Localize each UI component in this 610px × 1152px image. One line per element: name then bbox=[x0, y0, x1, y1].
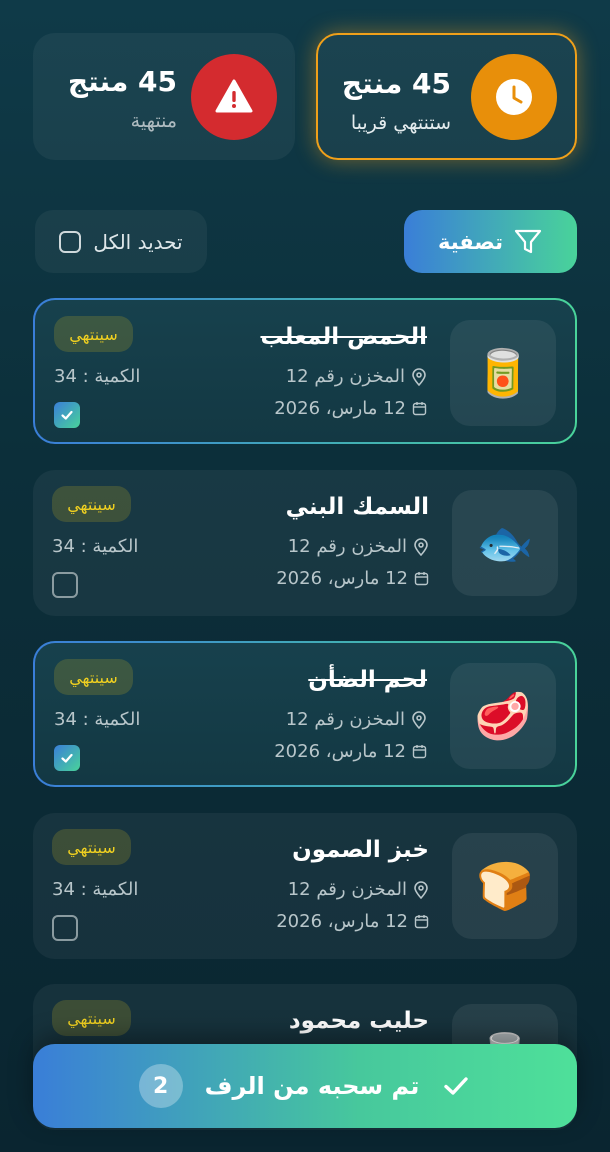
expiring-badge: سينتهي bbox=[52, 829, 131, 865]
expiring-soon-count: 45 منتج bbox=[341, 67, 451, 100]
select-all-checkbox[interactable] bbox=[59, 230, 82, 253]
product-name: حليب محمود bbox=[288, 1008, 429, 1034]
product-card[interactable]: 🥫 الحمص المعلب المخزن رقم 12 12 مارس، 20… bbox=[33, 298, 577, 444]
expiring-soon-badge bbox=[471, 54, 557, 140]
product-checkbox[interactable] bbox=[52, 915, 78, 941]
expiring-products-screen: 45 منتج ستنتهي قريبا 45 منتج منتهية تصفي… bbox=[0, 0, 610, 1152]
calendar-icon bbox=[414, 572, 429, 586]
product-thumbnail: 🍞 bbox=[452, 833, 558, 939]
location-text: المخزن رقم 12 bbox=[285, 709, 405, 730]
select-all-button[interactable]: تحديد الكل bbox=[35, 210, 207, 273]
expiring-badge: سينتهي bbox=[52, 1000, 131, 1036]
date-text: 12 مارس، 2026 bbox=[276, 568, 408, 589]
filter-button[interactable]: تصفية bbox=[404, 210, 577, 273]
calendar-icon bbox=[412, 745, 427, 759]
expiring-soon-label: ستنتهي قريبا bbox=[350, 112, 451, 134]
location-text: المخزن رقم 12 bbox=[285, 366, 405, 387]
bread-icon: 🍞 bbox=[476, 858, 534, 913]
check-icon bbox=[444, 1077, 469, 1095]
expired-card[interactable]: 45 منتج منتهية bbox=[33, 33, 295, 160]
clock-icon bbox=[496, 79, 532, 115]
product-expiry-date: 12 مارس، 2026 bbox=[274, 398, 427, 419]
meat-icon: 🥩 bbox=[474, 688, 532, 743]
product-card[interactable]: 🥩 لحم الضأن المخزن رقم 12 12 مارس، 2026 … bbox=[33, 641, 577, 787]
date-text: 12 مارس، 2026 bbox=[274, 741, 406, 762]
date-text: 12 مارس، 2026 bbox=[274, 398, 406, 419]
expiring-badge: سينتهي bbox=[54, 316, 133, 352]
calendar-icon bbox=[412, 402, 427, 416]
location-pin-icon bbox=[414, 880, 428, 899]
remove-from-shelf-label: تم سحبه من الرف bbox=[204, 1072, 420, 1100]
remove-from-shelf-button[interactable]: تم سحبه من الرف 2 bbox=[33, 1044, 577, 1128]
expiring-badge: سينتهي bbox=[54, 659, 133, 695]
check-icon bbox=[61, 753, 73, 763]
filter-icon bbox=[514, 229, 542, 253]
date-text: 12 مارس، 2026 bbox=[276, 911, 408, 932]
product-name: الحمص المعلب bbox=[260, 324, 427, 350]
product-expiry-date: 12 مارس، 2026 bbox=[276, 911, 429, 932]
product-location: المخزن رقم 12 bbox=[288, 879, 429, 900]
location-pin-icon bbox=[412, 710, 426, 729]
product-location: المخزن رقم 12 bbox=[286, 709, 427, 730]
location-text: المخزن رقم 12 bbox=[287, 536, 407, 557]
expired-count: 45 منتج bbox=[67, 65, 177, 98]
product-checkbox[interactable] bbox=[54, 745, 80, 771]
product-card[interactable]: 🍞 خبز الصمون المخزن رقم 12 12 مارس، 2026… bbox=[33, 813, 577, 959]
fish-icon: 🐟 bbox=[476, 515, 534, 570]
product-checkbox[interactable] bbox=[52, 572, 78, 598]
product-expiry-date: 12 مارس، 2026 bbox=[274, 741, 427, 762]
warning-icon bbox=[215, 79, 253, 113]
product-location: المخزن رقم 12 bbox=[288, 536, 429, 557]
product-name: السمك البني bbox=[285, 494, 429, 520]
expired-badge bbox=[191, 54, 277, 140]
selected-count-badge: 2 bbox=[138, 1064, 183, 1108]
product-card[interactable]: 🐟 السمك البني المخزن رقم 12 12 مارس، 202… bbox=[33, 470, 577, 616]
product-name: لحم الضأن bbox=[308, 667, 427, 693]
product-thumbnail: 🐟 bbox=[452, 490, 558, 596]
product-quantity: الكمية : 34 bbox=[52, 536, 139, 557]
location-text: المخزن رقم 12 bbox=[287, 879, 407, 900]
select-all-label: تحديد الكل bbox=[93, 229, 183, 254]
calendar-icon bbox=[414, 915, 429, 929]
product-quantity: الكمية : 34 bbox=[52, 879, 139, 900]
product-thumbnail: 🥫 bbox=[450, 320, 556, 426]
product-location: المخزن رقم 12 bbox=[286, 366, 427, 387]
expiring-badge: سينتهي bbox=[52, 486, 131, 522]
canned-food-icon: 🥫 bbox=[474, 345, 532, 400]
location-pin-icon bbox=[414, 537, 428, 556]
check-icon bbox=[61, 410, 73, 420]
expiring-soon-card[interactable]: 45 منتج ستنتهي قريبا bbox=[316, 33, 577, 160]
filter-label: تصفية bbox=[438, 229, 503, 254]
location-pin-icon bbox=[412, 367, 426, 386]
product-quantity: الكمية : 34 bbox=[54, 366, 141, 387]
product-name: خبز الصمون bbox=[292, 837, 429, 863]
product-thumbnail: 🥩 bbox=[450, 663, 556, 769]
product-quantity: الكمية : 34 bbox=[54, 709, 141, 730]
expired-label: منتهية bbox=[130, 110, 177, 132]
product-expiry-date: 12 مارس، 2026 bbox=[276, 568, 429, 589]
product-checkbox[interactable] bbox=[54, 402, 80, 428]
